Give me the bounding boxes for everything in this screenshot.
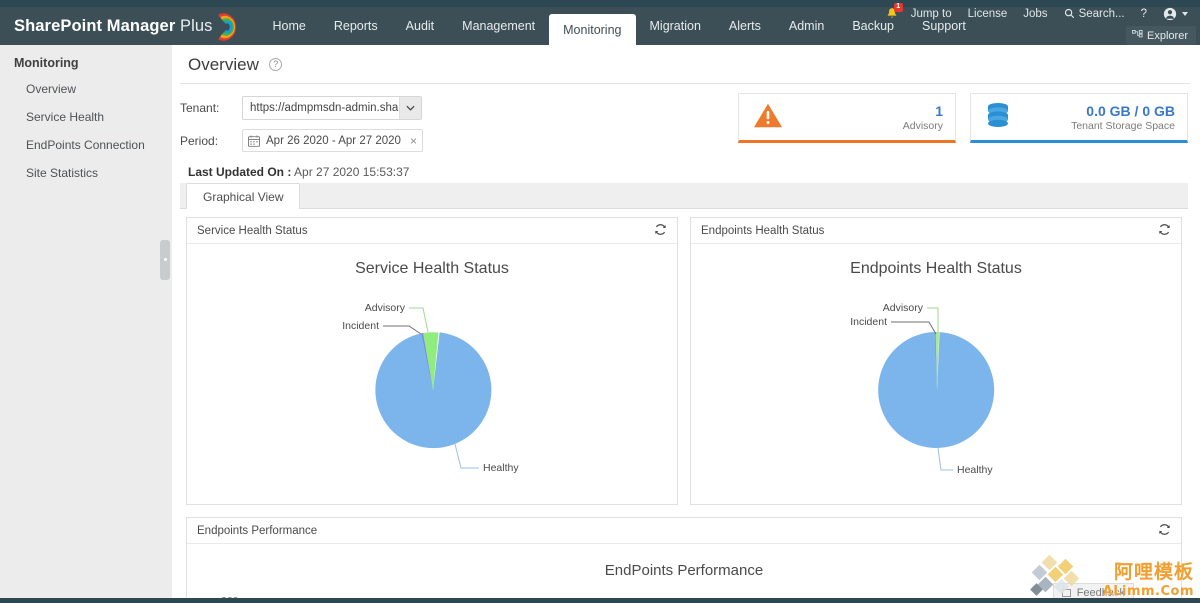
pie-chart-service-health: Advisory Incident Healthy — [187, 278, 677, 502]
period-label: Period: — [180, 134, 242, 148]
user-account-menu[interactable] — [1155, 0, 1196, 27]
nav-search-label: Search... — [1079, 8, 1125, 20]
page-header: Overview ? — [180, 45, 1190, 84]
pie-label-advisory: Advisory — [883, 302, 924, 314]
last-updated-value: Apr 27 2020 15:53:37 — [294, 165, 409, 179]
notification-bell-icon[interactable]: 1 — [881, 3, 903, 25]
sidebar-collapse-handle[interactable] — [160, 240, 170, 280]
explorer-button[interactable]: Explorer — [1126, 26, 1196, 45]
panel-service-health: Service Health Status Service Health Sta… — [186, 217, 678, 505]
sidebar-item-endpoints-connection[interactable]: EndPoints Connection — [0, 131, 172, 159]
panel-perf-title: Endpoints Performance — [197, 525, 317, 537]
panel-endpoints-performance: Endpoints Performance EndPoints Performa… — [186, 517, 1182, 603]
sidebar-item-service-health[interactable]: Service Health — [0, 103, 172, 131]
refresh-icon[interactable] — [1158, 523, 1171, 539]
nav-item-monitoring[interactable]: Monitoring — [549, 14, 635, 45]
card-storage-text: 0.0 GB / 0 GB Tenant Storage Space — [1071, 103, 1175, 132]
app-root: SharePoint Manager Plus Home Reports Aud… — [0, 0, 1200, 603]
help-question-icon[interactable]: ? — [1133, 0, 1155, 27]
panel-endpoints-title: Endpoints Health Status — [701, 225, 824, 237]
nav-item-home[interactable]: Home — [259, 7, 320, 45]
tenant-select-value: https://admpmsdn-admin.sha — [250, 102, 398, 114]
tenant-label: Tenant: — [180, 101, 242, 115]
nav-item-management[interactable]: Management — [448, 7, 549, 45]
pie-label-advisory: Advisory — [365, 302, 406, 314]
nav-search[interactable]: Search... — [1056, 0, 1133, 27]
period-clear-button[interactable]: × — [410, 134, 417, 148]
nav-item-migration[interactable]: Migration — [636, 7, 715, 45]
refresh-icon[interactable] — [654, 223, 667, 239]
explorer-label: Explorer — [1147, 30, 1188, 42]
card-advisory-text: 1 Advisory — [903, 103, 943, 132]
nav-utilities: 1 Jump to License Jobs Search... ? — [881, 0, 1196, 27]
chart-title-endpoints-performance: EndPoints Performance — [187, 562, 1181, 579]
panel-endpoints-health: Endpoints Health Status Endpoints Health… — [690, 217, 1182, 505]
panel-perf-header: Endpoints Performance — [187, 518, 1181, 544]
status-cards: 1 Advisory 0.0 G — [738, 93, 1188, 143]
card-storage-value: 0.0 GB / 0 GB — [1071, 103, 1175, 119]
panel-endpoints-header: Endpoints Health Status — [691, 218, 1181, 244]
period-picker[interactable]: Apr 26 2020 - Apr 27 2020 × — [242, 129, 423, 152]
search-icon — [1064, 8, 1075, 19]
chart-title-endpoints-health: Endpoints Health Status — [691, 260, 1181, 278]
last-updated: Last Updated On : Apr 27 2020 15:53:37 — [180, 161, 1200, 179]
calendar-icon — [248, 135, 260, 147]
nav-license[interactable]: License — [960, 0, 1016, 27]
card-storage-label: Tenant Storage Space — [1071, 120, 1175, 132]
question-circle-icon[interactable]: ? — [269, 58, 282, 71]
notification-badge: 1 — [894, 3, 903, 12]
panel-service-header: Service Health Status — [187, 218, 677, 244]
page-title: Overview — [188, 55, 259, 75]
nav-jobs[interactable]: Jobs — [1015, 0, 1055, 27]
app-logo[interactable]: SharePoint Manager Plus — [0, 7, 245, 45]
sidebar-item-overview[interactable]: Overview — [0, 75, 172, 103]
refresh-icon[interactable] — [1158, 223, 1171, 239]
nav-item-audit[interactable]: Audit — [392, 7, 449, 45]
nav-item-admin[interactable]: Admin — [775, 7, 838, 45]
sidebar-item-site-statistics[interactable]: Site Statistics — [0, 159, 172, 187]
brand-name-bold: SharePoint Manager — [14, 17, 175, 35]
feedback-icon — [1062, 589, 1071, 597]
pie-chart-endpoints-health: Advisory Incident Healthy — [691, 278, 1181, 502]
pie-label-incident: Incident — [342, 320, 379, 332]
card-advisory-label: Advisory — [903, 120, 943, 132]
card-tenant-storage[interactable]: 0.0 GB / 0 GB Tenant Storage Space — [970, 93, 1188, 143]
nav-item-reports[interactable]: Reports — [320, 7, 392, 45]
database-icon — [985, 102, 1011, 133]
chevron-down-icon — [1182, 12, 1188, 16]
tenant-select[interactable]: https://admpmsdn-admin.sha — [242, 96, 422, 120]
period-value: Apr 26 2020 - Apr 27 2020 — [266, 135, 401, 147]
content-area: Overview ? Tenant: https://admpmsdn-admi… — [172, 45, 1200, 603]
logo-swoosh-icon — [215, 11, 241, 41]
nav-jump-to[interactable]: Jump to — [903, 0, 960, 27]
card-advisory[interactable]: 1 Advisory — [738, 93, 956, 143]
nav-item-alerts[interactable]: Alerts — [715, 7, 775, 45]
last-updated-label: Last Updated On : — [188, 165, 291, 179]
main-nav-items: Home Reports Audit Management Monitoring… — [259, 7, 980, 45]
tab-graphical-view[interactable]: Graphical View — [186, 183, 300, 209]
card-advisory-value: 1 — [903, 103, 943, 119]
explorer-icon — [1132, 30, 1143, 41]
pie-label-incident: Incident — [850, 316, 887, 328]
user-avatar-icon — [1163, 7, 1177, 21]
bottom-bar — [0, 598, 1200, 603]
app-logo-text: SharePoint Manager Plus — [14, 17, 213, 36]
warning-triangle-icon — [753, 102, 783, 132]
sidebar: Monitoring Overview Service Health EndPo… — [0, 45, 172, 603]
chart-title-service-health: Service Health Status — [187, 260, 677, 278]
pie-label-healthy: Healthy — [483, 462, 519, 474]
sidebar-title: Monitoring — [0, 51, 172, 75]
pie-label-healthy: Healthy — [957, 464, 993, 476]
chevron-down-icon — [399, 97, 421, 119]
brand-name-light: Plus — [175, 17, 212, 35]
tab-strip: Graphical View — [180, 183, 1188, 209]
panel-service-title: Service Health Status — [197, 225, 308, 237]
